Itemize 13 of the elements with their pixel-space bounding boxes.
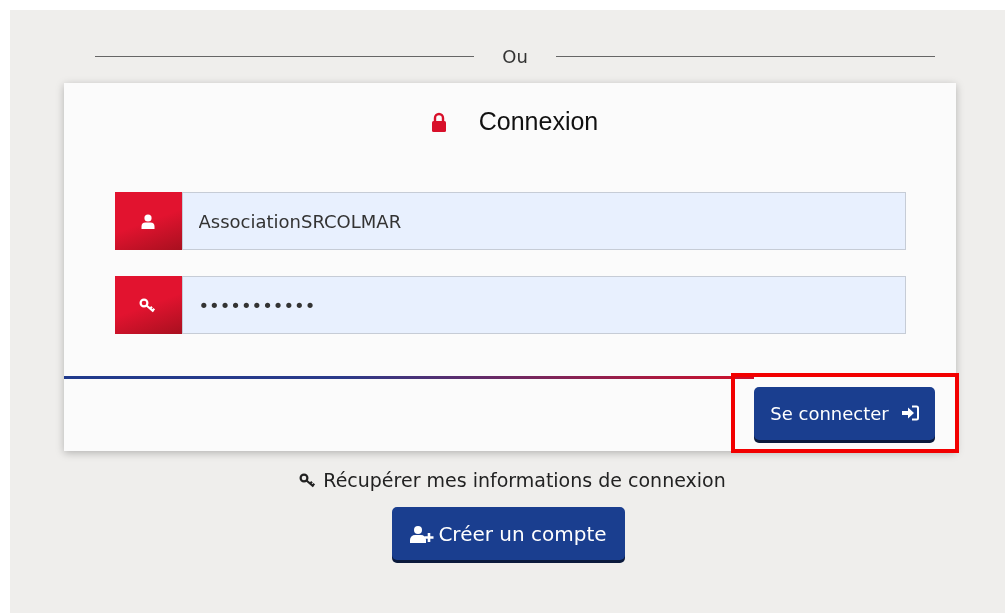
key-icon [299,472,318,488]
password-field[interactable]: ••••••••••• [181,276,906,334]
sign-in-icon [900,405,919,421]
user-icon [140,213,156,229]
username-field[interactable]: AssociationSRCOLMAR [181,192,906,250]
login-title: Connexion [478,107,599,136]
user-plus-icon [410,524,435,543]
recover-link[interactable]: Récupérer mes informations de connexion [299,469,726,491]
key-icon [139,297,157,313]
lock-icon [430,111,447,132]
login-button[interactable]: Se connecter [754,386,935,440]
divider-text: Ou [502,46,528,67]
create-account-button[interactable]: Créer un compte [392,507,625,560]
